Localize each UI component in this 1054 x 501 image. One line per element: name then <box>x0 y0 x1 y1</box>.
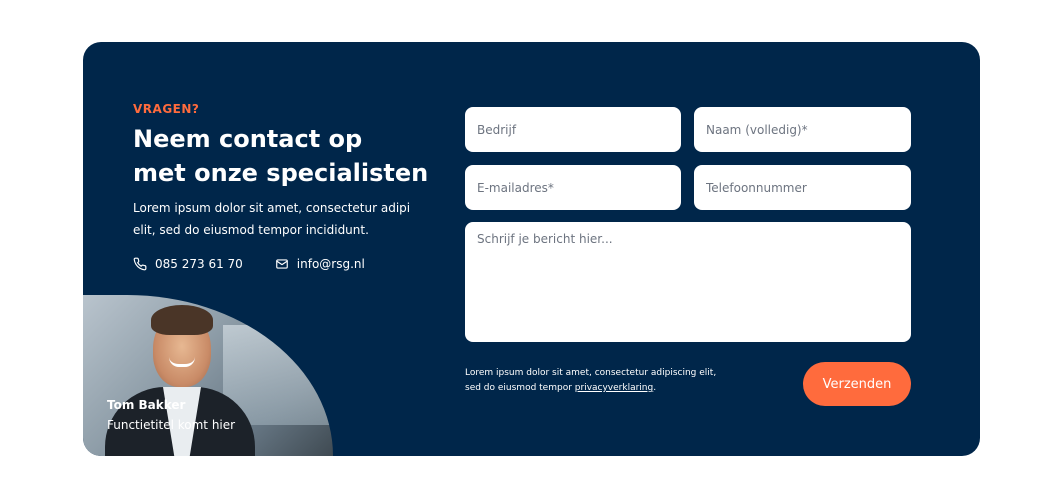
contact-card: VRAGEN? Neem contact op met onze special… <box>83 42 980 456</box>
company-input[interactable] <box>465 107 681 152</box>
title-line-2: met onze specialisten <box>133 159 429 187</box>
specialist-name: Tom Bakker <box>107 398 186 412</box>
envelope-icon <box>275 259 288 269</box>
section-title: Neem contact op met onze specialisten <box>133 122 433 190</box>
submit-button[interactable]: Verzenden <box>803 362 911 406</box>
contact-details: 085 273 61 70 info@rsg.nl <box>133 254 365 274</box>
specialist-role: Functietitel komt hier <box>107 418 236 432</box>
email-link[interactable]: info@rsg.nl <box>275 257 365 271</box>
full-name-input[interactable] <box>694 107 911 152</box>
privacy-policy-link[interactable]: privacyverklaring <box>575 383 653 393</box>
email-input[interactable] <box>465 165 681 210</box>
privacy-disclaimer: Lorem ipsum dolor sit amet, consectetur … <box>465 366 725 396</box>
email-address: info@rsg.nl <box>296 257 365 271</box>
phone-icon <box>133 257 147 271</box>
phone-number: 085 273 61 70 <box>155 257 243 271</box>
phone-link[interactable]: 085 273 61 70 <box>133 257 243 271</box>
disclaimer-end: . <box>653 383 657 393</box>
intro-text: Lorem ipsum dolor sit amet, consectetur … <box>133 201 411 237</box>
title-line-1: Neem contact op <box>133 125 363 153</box>
phone-input[interactable] <box>694 165 911 210</box>
eyebrow-label: VRAGEN? <box>133 102 200 116</box>
message-textarea[interactable] <box>465 222 911 342</box>
